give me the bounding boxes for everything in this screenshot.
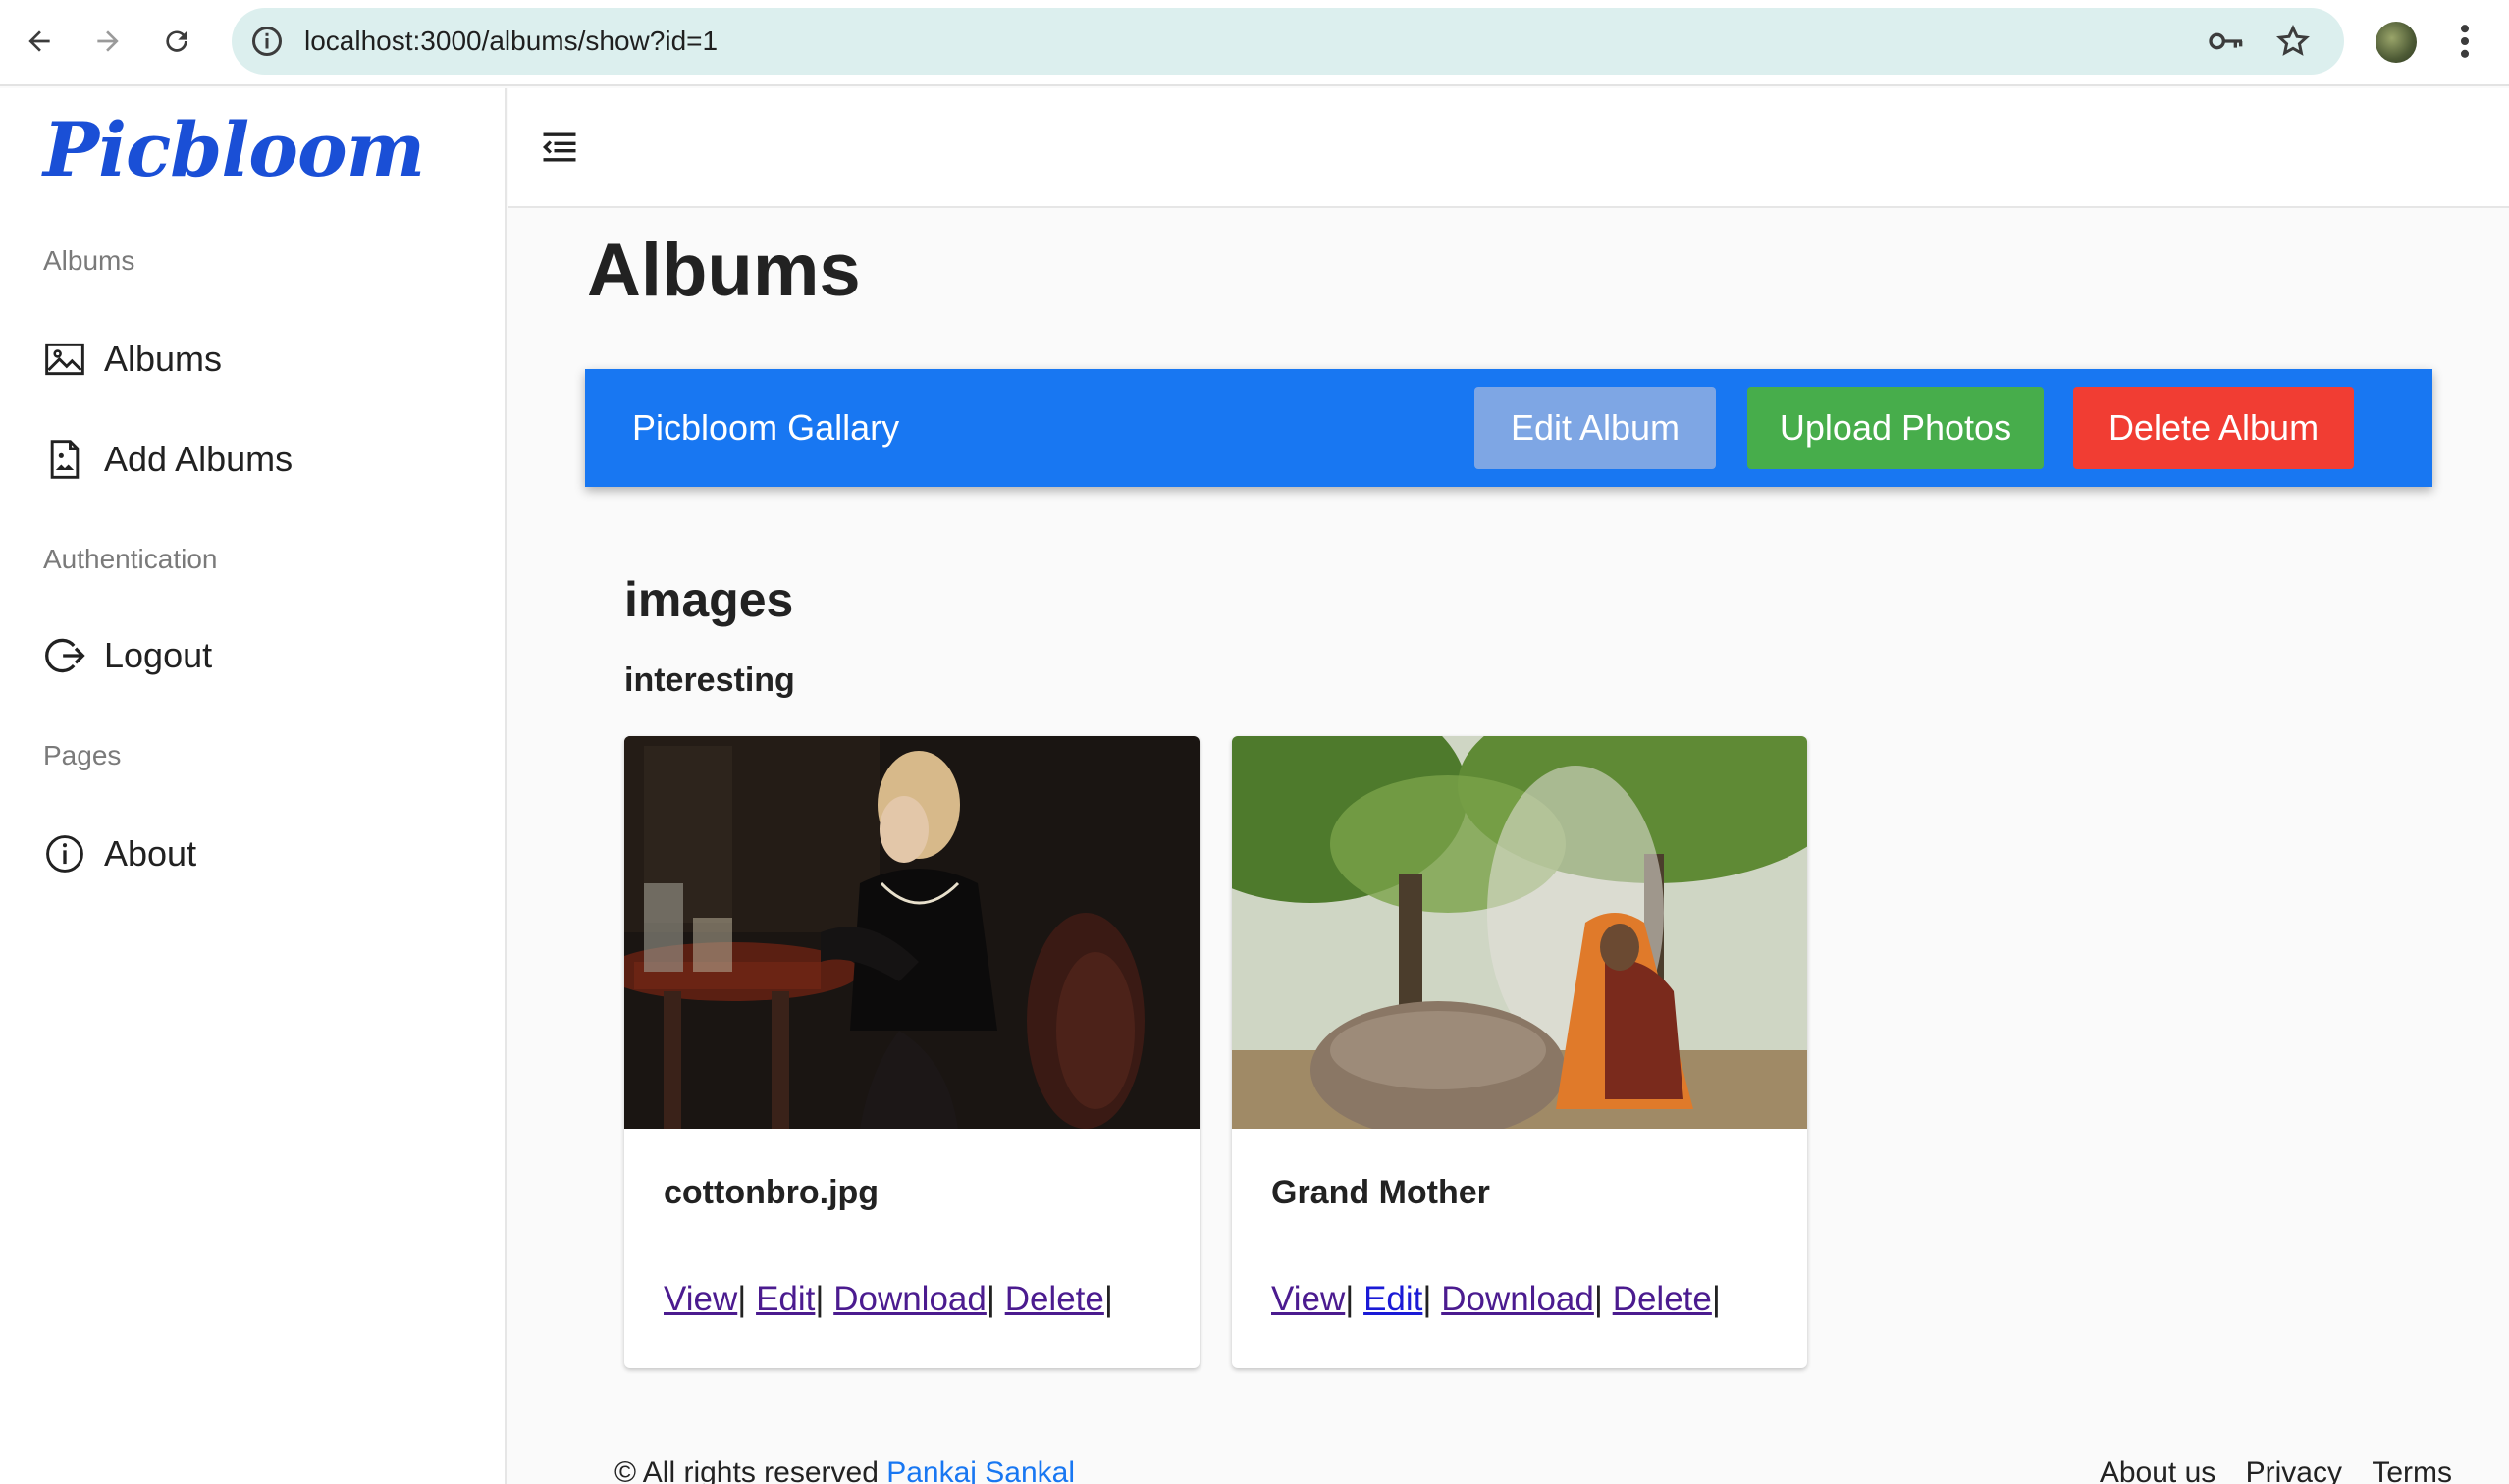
browser-toolbar: localhost:3000/albums/show?id=1 [0, 0, 2509, 86]
forward-icon[interactable] [86, 20, 130, 63]
sidebar-item-label: Albums [104, 339, 223, 379]
sidebar-section-authentication: Authentication [43, 544, 218, 574]
sidebar-item-label: Add Albums [104, 439, 294, 479]
footer-links: About us Privacy Terms [2078, 1457, 2452, 1484]
edit-link[interactable]: Edit [1363, 1280, 1422, 1318]
site-info-icon[interactable] [249, 24, 285, 59]
brand-logo[interactable]: Picbloom [43, 106, 425, 193]
delete-album-button[interactable]: Delete Album [2073, 387, 2354, 469]
file-image-icon [50, 440, 80, 479]
photo-caption: cottonbro.jpg [664, 1174, 880, 1211]
info-icon [46, 835, 83, 873]
footer-privacy-link[interactable]: Privacy [2246, 1457, 2342, 1484]
image-icon [45, 343, 84, 376]
footer-terms-link[interactable]: Terms [2372, 1457, 2452, 1484]
footer-copyright: © All rights reserved Pankaj Sankal [614, 1457, 1075, 1484]
photo-thumbnail[interactable] [624, 736, 1200, 1129]
footer-author-link[interactable]: Pankaj Sankal [886, 1457, 1075, 1484]
download-link[interactable]: Download [1441, 1280, 1594, 1318]
edit-album-button[interactable]: Edit Album [1474, 387, 1716, 469]
password-key-icon[interactable] [2207, 26, 2246, 57]
photo-actions: View| Edit| Download| Delete| [664, 1280, 1113, 1318]
sidebar-item-logout[interactable]: Logout [43, 626, 212, 685]
album-name: Picbloom Gallary [632, 407, 900, 448]
images-heading: images [624, 572, 794, 627]
sidebar-item-label: Logout [104, 635, 213, 675]
delete-link[interactable]: Delete [1005, 1280, 1104, 1318]
view-link[interactable]: View [664, 1280, 737, 1318]
sidebar-item-label: About [104, 833, 197, 874]
photo-actions: View| Edit| Download| Delete| [1271, 1280, 1721, 1318]
photo-card: cottonbro.jpg View| Edit| Download| Dele… [624, 736, 1200, 1368]
browser-menu-icon[interactable] [2450, 20, 2480, 63]
download-link[interactable]: Download [833, 1280, 987, 1318]
album-header-bar: Picbloom Gallary Edit Album Upload Photo… [585, 369, 2432, 487]
reload-icon[interactable] [155, 20, 198, 63]
back-icon[interactable] [18, 20, 61, 63]
bookmark-star-icon[interactable] [2275, 24, 2311, 59]
page-title: Albums [587, 229, 861, 312]
view-link[interactable]: View [1271, 1280, 1345, 1318]
top-bar [508, 88, 2509, 208]
album-description: interesting [624, 662, 795, 699]
sidebar-item-about[interactable]: About [43, 824, 196, 883]
sidebar: Picbloom Albums Albums Add Albums Authen… [0, 88, 507, 1484]
address-bar[interactable]: localhost:3000/albums/show?id=1 [232, 8, 2344, 75]
photo-thumbnail[interactable] [1232, 736, 1807, 1129]
footer-about-link[interactable]: About us [2100, 1457, 2215, 1484]
sidebar-section-pages: Pages [43, 740, 122, 770]
photo-caption: Grand Mother [1271, 1174, 1490, 1211]
delete-link[interactable]: Delete [1613, 1280, 1712, 1318]
upload-photos-button[interactable]: Upload Photos [1747, 387, 2044, 469]
url-text[interactable]: localhost:3000/albums/show?id=1 [304, 8, 718, 75]
sidebar-item-albums[interactable]: Albums [43, 330, 222, 389]
logout-icon [45, 638, 85, 673]
edit-link[interactable]: Edit [756, 1280, 815, 1318]
sidebar-item-add-albums[interactable]: Add Albums [43, 430, 293, 489]
profile-avatar[interactable] [2376, 22, 2417, 63]
photo-card: Grand Mother View| Edit| Download| Delet… [1232, 736, 1807, 1368]
sidebar-toggle-icon[interactable] [538, 126, 581, 169]
sidebar-section-albums: Albums [43, 245, 135, 276]
